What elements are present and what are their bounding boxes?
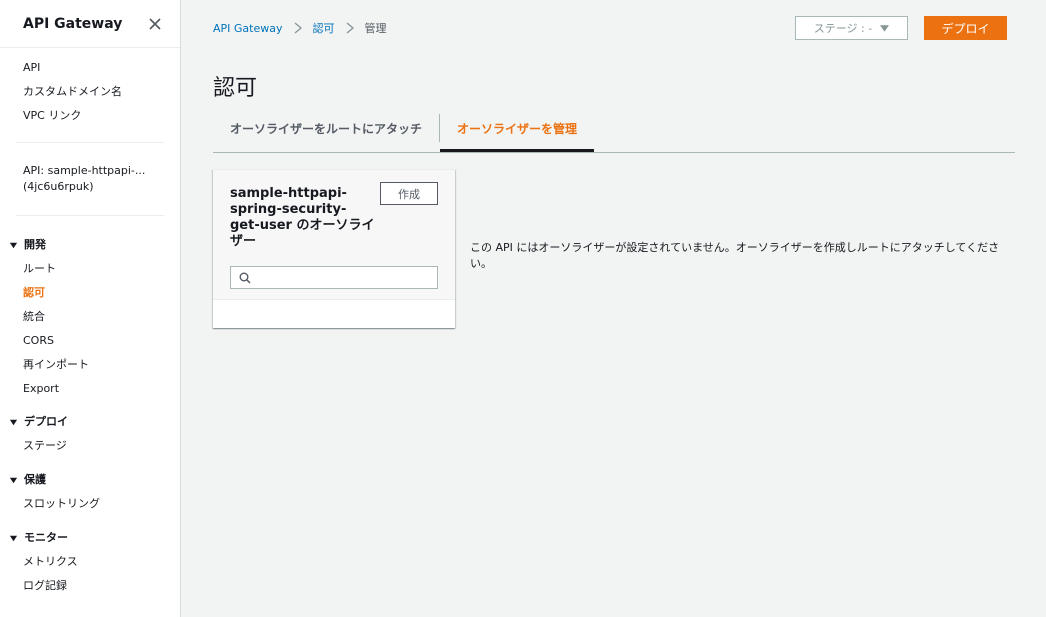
api-id: (4jc6u6rpuk) xyxy=(23,180,94,193)
sidebar-header: API Gateway xyxy=(0,0,180,48)
section-title: モニター xyxy=(24,531,68,544)
section-monitor: モニター メトリクス ログ記録 xyxy=(0,516,180,598)
section-title: 開発 xyxy=(24,238,46,251)
search-icon xyxy=(239,272,251,284)
sidebar-item-vpc-link[interactable]: VPC リンク xyxy=(0,104,180,128)
sidebar-item-logging[interactable]: ログ記録 xyxy=(0,574,180,598)
authorizers-panel-header: sample-httpapi-spring-security-get-user … xyxy=(213,170,455,300)
sidebar-item-api[interactable]: API xyxy=(0,56,180,80)
stage-select-label: ステージ : - xyxy=(813,22,873,35)
sidebar-item-export[interactable]: Export xyxy=(0,377,180,401)
sidebar-item-metrics[interactable]: メトリクス xyxy=(0,550,180,574)
authorizer-search-input[interactable] xyxy=(257,267,437,288)
sidebar-item-authorization[interactable]: 認可 xyxy=(0,281,180,305)
sidebar-title: API Gateway xyxy=(23,15,123,32)
section-deploy: デプロイ ステージ xyxy=(0,401,180,458)
section-toggle-monitor[interactable]: モニター xyxy=(0,526,180,550)
caret-down-icon xyxy=(880,25,890,32)
caret-down-icon xyxy=(9,477,18,483)
stage-select[interactable]: ステージ : - xyxy=(795,16,908,40)
main-content: API Gateway 認可 管理 ステージ : - デプロイ 認可 オーソライ… xyxy=(182,0,1046,617)
tab-manage-authorizers[interactable]: オーソライザーを管理 xyxy=(440,104,595,152)
sidebar-item-integrations[interactable]: 統合 xyxy=(0,305,180,329)
sidebar-item-reimport[interactable]: 再インポート xyxy=(0,353,180,377)
chevron-right-icon xyxy=(346,22,354,34)
caret-down-icon xyxy=(9,419,18,425)
caret-down-icon xyxy=(9,242,18,248)
page-title: 認可 xyxy=(213,76,258,101)
sidebar-item-routes[interactable]: ルート xyxy=(0,257,180,281)
section-toggle-develop[interactable]: 開発 xyxy=(0,233,180,257)
section-develop: 開発 ルート 認可 統合 CORS 再インポート Export xyxy=(0,216,180,401)
sidebar-item-stages[interactable]: ステージ xyxy=(0,434,180,458)
breadcrumb-api-gateway[interactable]: API Gateway xyxy=(213,22,283,35)
section-title: デプロイ xyxy=(24,415,68,428)
section-toggle-deploy[interactable]: デプロイ xyxy=(0,410,180,434)
empty-state-message: この API にはオーソライザーが設定されていません。オーソライザーを作成しルー… xyxy=(470,241,1000,270)
chevron-right-icon xyxy=(294,22,302,34)
authorizers-panel: sample-httpapi-spring-security-get-user … xyxy=(213,169,455,328)
tab-bar: オーソライザーをルートにアタッチ オーソライザーを管理 xyxy=(213,104,1015,153)
selected-api-label[interactable]: API: sample-httpapi-... (4jc6u6rpuk) xyxy=(0,143,180,215)
create-authorizer-button[interactable]: 作成 xyxy=(380,182,438,205)
close-icon[interactable] xyxy=(148,17,162,31)
section-protect: 保護 スロットリング xyxy=(0,458,180,516)
sidebar-item-custom-domain[interactable]: カスタムドメイン名 xyxy=(0,80,180,104)
authorizers-panel-title: sample-httpapi-spring-security-get-user … xyxy=(230,186,375,249)
tab-attach-authorizers[interactable]: オーソライザーをルートにアタッチ xyxy=(213,104,439,152)
section-toggle-protect[interactable]: 保護 xyxy=(0,468,180,492)
authorizer-search[interactable] xyxy=(230,266,438,289)
caret-down-icon xyxy=(9,535,18,541)
breadcrumb-authorization[interactable]: 認可 xyxy=(313,20,335,36)
top-nav: API カスタムドメイン名 VPC リンク xyxy=(0,48,180,128)
section-title: 保護 xyxy=(24,473,46,486)
sidebar-item-cors[interactable]: CORS xyxy=(0,329,180,353)
sidebar: API Gateway API カスタムドメイン名 VPC リンク API: s… xyxy=(0,0,181,617)
deploy-button[interactable]: デプロイ xyxy=(924,16,1007,40)
breadcrumb-manage: 管理 xyxy=(364,22,387,35)
breadcrumb: API Gateway 認可 管理 xyxy=(213,20,387,36)
api-name: API: sample-httpapi-... xyxy=(23,164,146,177)
sidebar-item-throttling[interactable]: スロットリング xyxy=(0,492,180,516)
